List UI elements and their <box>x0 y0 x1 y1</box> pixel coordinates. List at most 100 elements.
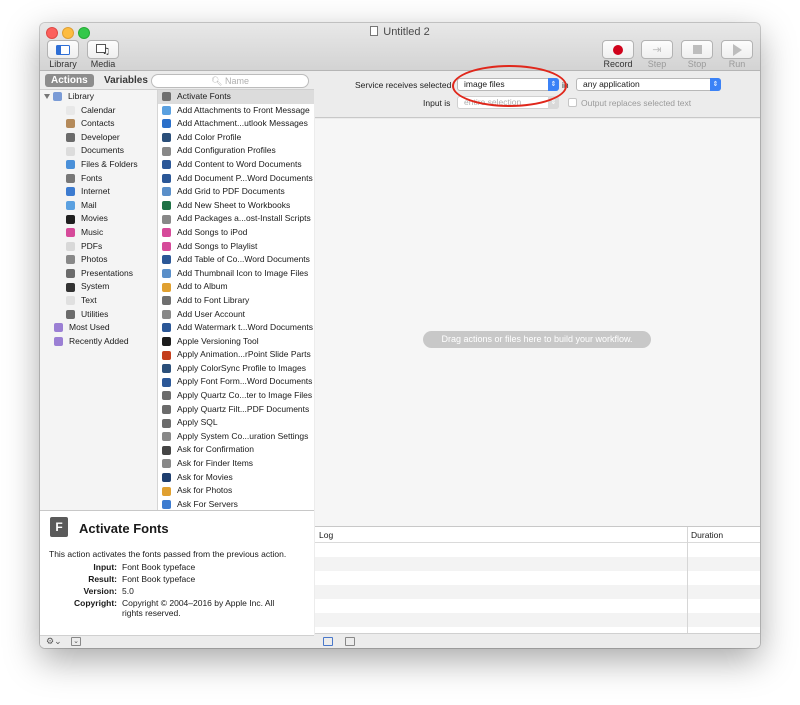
action-list: Activate Fonts Add Attachments to Front M… <box>158 90 314 510</box>
action-item-label: Apply Quartz Co...ter to Image Files <box>177 390 313 401</box>
action-item[interactable]: Apply Animation...rPoint Slide Parts <box>158 348 314 362</box>
category-item[interactable]: Presentations <box>40 267 157 281</box>
action-item[interactable]: Add Watermark t...Word Documents <box>158 321 314 335</box>
category-item-label: Fonts <box>81 172 103 183</box>
run-button[interactable] <box>721 40 753 59</box>
action-item[interactable]: Add Songs to Playlist <box>158 240 314 254</box>
library-root[interactable]: Library <box>40 90 157 104</box>
category-item[interactable]: Utilities <box>40 308 157 322</box>
toggle-description-icon[interactable]: ⌄ <box>71 637 81 646</box>
action-item[interactable]: Apply Quartz Filt...PDF Documents <box>158 403 314 417</box>
category-item[interactable]: Photos <box>40 253 157 267</box>
action-item[interactable]: Add User Account <box>158 308 314 322</box>
tab-actions[interactable]: Actions <box>45 74 94 87</box>
stop-button[interactable] <box>681 40 713 59</box>
smart-group-item[interactable]: Recently Added <box>40 335 157 349</box>
document-icon <box>370 26 379 36</box>
action-item[interactable]: Add Attachments to Front Message <box>158 104 314 118</box>
log-table: Log Duration <box>315 526 760 634</box>
action-item[interactable]: Add Packages a...ost-Install Scripts <box>158 212 314 226</box>
action-item[interactable]: Activate Fonts <box>158 90 314 104</box>
action-item[interactable]: Apply System Co...uration Settings <box>158 430 314 444</box>
category-list: Library Calendar Contacts Developer Documen… <box>40 90 158 510</box>
action-item[interactable]: Add Content to Word Documents <box>158 158 314 172</box>
action-item[interactable]: Add Configuration Profiles <box>158 144 314 158</box>
action-item[interactable]: Add Attachment...utlook Messages <box>158 117 314 131</box>
output-replaces-checkbox[interactable] <box>568 98 577 107</box>
action-item[interactable]: Add Document P...Word Documents <box>158 172 314 186</box>
search-icon: 🔍︎ <box>211 76 223 86</box>
category-item[interactable]: Files & Folders <box>40 158 157 172</box>
category-item[interactable]: Mail <box>40 199 157 213</box>
text-icon <box>66 296 75 306</box>
action-item[interactable]: Add Songs to iPod <box>158 226 314 240</box>
step-icon: ⇥ <box>652 44 662 56</box>
category-item[interactable]: Contacts <box>40 117 157 131</box>
category-item[interactable]: Fonts <box>40 172 157 186</box>
photos-icon <box>162 486 171 496</box>
action-item[interactable]: Ask for Photos <box>158 484 314 498</box>
action-item[interactable]: Apple Versioning Tool <box>158 335 314 349</box>
category-item[interactable]: Documents <box>40 144 157 158</box>
workflow-bottom-bar <box>315 633 760 648</box>
smart-folder-icon <box>54 323 63 333</box>
powerpoint-icon <box>162 350 171 360</box>
version-value: 5.0 <box>122 586 134 596</box>
variables-view-icon[interactable] <box>345 637 355 646</box>
log-row <box>315 613 760 627</box>
action-item[interactable]: Add Color Profile <box>158 131 314 145</box>
action-item[interactable]: Apply SQL <box>158 416 314 430</box>
gear-icon[interactable]: ⚙⌄ <box>46 636 62 647</box>
highlight-annotation <box>452 65 567 107</box>
action-item[interactable]: Apply Quartz Co...ter to Image Files <box>158 389 314 403</box>
action-item[interactable]: Add New Sheet to Workbooks <box>158 199 314 213</box>
stop-label: Stop <box>687 59 707 69</box>
category-item[interactable]: Movies <box>40 212 157 226</box>
result-key: Result: <box>88 574 117 584</box>
category-item-label: System <box>81 281 110 292</box>
duration-column-header[interactable]: Duration <box>691 527 723 543</box>
category-item-label: Presentations <box>81 267 133 278</box>
application-popup[interactable]: any application ⇕ <box>576 78 721 91</box>
copyright-value: Copyright © 2004–2016 by Apple Inc. All … <box>122 598 275 618</box>
action-item[interactable]: Ask for Confirmation <box>158 443 314 457</box>
category-item[interactable]: Text <box>40 294 157 308</box>
category-item[interactable]: System <box>40 280 157 294</box>
action-item[interactable]: Apply Font Form...Word Documents <box>158 375 314 389</box>
category-item[interactable]: PDFs <box>40 240 157 254</box>
step-button[interactable]: ⇥ <box>641 40 673 59</box>
library-icon <box>56 44 70 55</box>
media-button[interactable]: ♫ <box>87 40 119 59</box>
tools-icon <box>162 418 171 428</box>
tab-variables[interactable]: Variables <box>98 74 154 87</box>
category-item[interactable]: Developer <box>40 131 157 145</box>
category-item[interactable]: Music <box>40 226 157 240</box>
action-item[interactable]: Ask for Movies <box>158 471 314 485</box>
colorsync-icon <box>162 133 171 143</box>
run-icon <box>732 43 742 56</box>
media-icon: ♫ <box>96 44 110 55</box>
workflow-area[interactable]: Drag actions or files here to build your… <box>315 119 760 526</box>
action-item[interactable]: Add Thumbnail Icon to Image Files <box>158 267 314 281</box>
automator-icon <box>162 146 171 156</box>
output-replaces-label: Output replaces selected text <box>581 98 692 108</box>
action-item[interactable]: Ask for Finder Items <box>158 457 314 471</box>
action-item[interactable]: Add Grid to PDF Documents <box>158 185 314 199</box>
list-view-icon[interactable] <box>323 637 333 646</box>
action-item[interactable]: Ask For Servers <box>158 498 314 510</box>
disclosure-triangle-icon[interactable] <box>44 94 50 100</box>
library-button[interactable] <box>47 40 79 59</box>
category-item[interactable]: Calendar <box>40 104 157 118</box>
record-button[interactable] <box>602 40 634 59</box>
preview-icon <box>162 187 171 197</box>
description-summary: This action activates the fonts passed f… <box>49 549 287 559</box>
action-item[interactable]: Add Table of Co...Word Documents <box>158 253 314 267</box>
action-item[interactable]: Add to Album <box>158 280 314 294</box>
log-column-header[interactable]: Log <box>319 527 333 543</box>
action-item[interactable]: Apply ColorSync Profile to Images <box>158 362 314 376</box>
search-input[interactable]: 🔍︎ Name <box>151 74 309 88</box>
category-item[interactable]: Internet <box>40 185 157 199</box>
action-item[interactable]: Add to Font Library <box>158 294 314 308</box>
smart-group-item[interactable]: Most Used <box>40 321 157 335</box>
category-item-label: Calendar <box>81 104 116 115</box>
